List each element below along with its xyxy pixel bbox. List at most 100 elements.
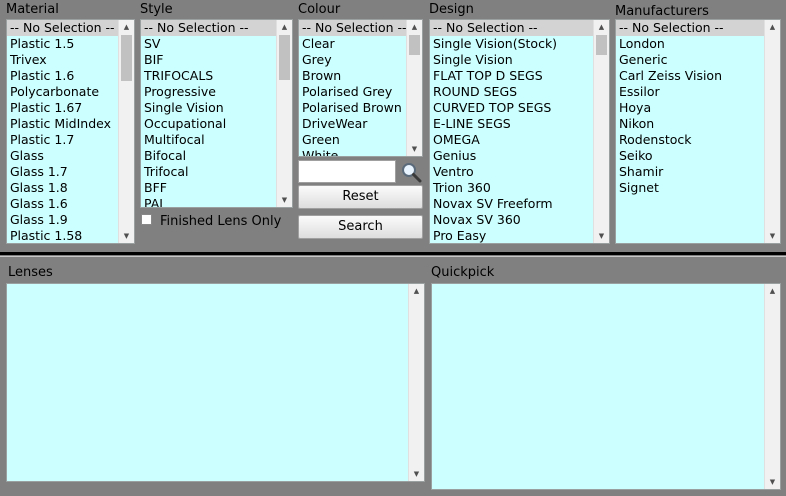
list-option[interactable]: BIF (141, 52, 276, 68)
list-option[interactable]: Grey (299, 52, 406, 68)
manufacturers-scrollbar[interactable]: ▲ ▼ (764, 20, 780, 243)
scroll-down-icon[interactable]: ▼ (277, 193, 292, 207)
scroll-down-icon[interactable]: ▼ (765, 475, 780, 489)
list-option[interactable]: Nikon (616, 116, 764, 132)
style-scrollbar[interactable]: ▲ ▼ (276, 20, 292, 207)
search-button[interactable]: Search (298, 215, 423, 239)
manufacturers-listbox[interactable]: -- No Selection -- London Generic Carl Zeis… (615, 19, 781, 244)
colour-scrollbar[interactable]: ▲ ▼ (406, 20, 422, 156)
list-option[interactable]: Bifocal (141, 148, 276, 164)
list-option[interactable]: Green (299, 132, 406, 148)
list-option[interactable]: Ventro (430, 164, 593, 180)
list-option[interactable]: Trifocal (141, 164, 276, 180)
scroll-down-icon[interactable]: ▼ (119, 229, 134, 243)
scroll-thumb[interactable] (121, 35, 132, 81)
list-option[interactable]: Hoya (616, 100, 764, 116)
list-option[interactable]: Plastic 1.7 (7, 132, 118, 148)
scroll-up-icon[interactable]: ▲ (409, 284, 424, 298)
no-selection-option[interactable]: -- No Selection -- (430, 20, 593, 36)
design-listbox[interactable]: -- No Selection -- Single Vision(Stock) Si… (429, 19, 610, 244)
list-option[interactable]: TRIFOCALS (141, 68, 276, 84)
finished-lens-label: Finished Lens Only (160, 214, 282, 229)
list-option[interactable]: FLAT TOP D SEGS (430, 68, 593, 84)
colour-search-input[interactable] (298, 160, 396, 183)
list-option[interactable]: E-LINE SEGS (430, 116, 593, 132)
list-option[interactable]: Pro Easy (430, 228, 593, 243)
list-option[interactable]: Multifocal (141, 132, 276, 148)
finished-lens-checkbox[interactable] (141, 214, 152, 225)
lenses-scrollbar[interactable]: ▲ ▼ (408, 284, 424, 481)
list-option[interactable]: London (616, 36, 764, 52)
list-option[interactable]: Carl Zeiss Vision (616, 68, 764, 84)
list-option[interactable]: Glass 1.8 (7, 180, 118, 196)
list-option[interactable]: Plastic 1.5 (7, 36, 118, 52)
no-selection-option[interactable]: -- No Selection -- (299, 20, 406, 36)
list-option[interactable]: ROUND SEGS (430, 84, 593, 100)
scroll-down-icon[interactable]: ▼ (765, 229, 780, 243)
list-option[interactable]: Generic (616, 52, 764, 68)
list-option[interactable]: Trion 360 (430, 180, 593, 196)
list-option[interactable]: Plastic 1.67 (7, 100, 118, 116)
list-option[interactable]: BFF (141, 180, 276, 196)
scroll-up-icon[interactable]: ▲ (407, 20, 422, 34)
list-option[interactable]: Glass (7, 148, 118, 164)
style-listbox[interactable]: -- No Selection -- SV BIF TRIFOCALS Progress… (140, 19, 293, 208)
no-selection-option[interactable]: -- No Selection -- (616, 20, 764, 36)
list-option[interactable]: Glass 1.6 (7, 196, 118, 212)
no-selection-option[interactable]: -- No Selection -- (7, 20, 118, 36)
list-option[interactable]: Trivex (7, 52, 118, 68)
list-option[interactable]: Polycarbonate (7, 84, 118, 100)
scroll-thumb[interactable] (596, 35, 607, 55)
list-option[interactable]: Occupational (141, 116, 276, 132)
scroll-down-icon[interactable]: ▼ (407, 142, 422, 156)
list-option[interactable]: Progressive (141, 84, 276, 100)
list-option[interactable]: DriveWear (299, 116, 406, 132)
list-option[interactable]: Signet (616, 180, 764, 196)
scroll-down-icon[interactable]: ▼ (594, 229, 609, 243)
material-listbox[interactable]: -- No Selection -- Plastic 1.5 Trivex Plast… (6, 19, 135, 244)
list-option[interactable]: Polarised Brown (299, 100, 406, 116)
scroll-thumb[interactable] (409, 35, 420, 55)
list-option[interactable]: Plastic 1.6 (7, 68, 118, 84)
list-option[interactable]: Single Vision (430, 52, 593, 68)
scroll-up-icon[interactable]: ▲ (594, 20, 609, 34)
list-option[interactable]: Clear (299, 36, 406, 52)
list-option[interactable]: Novax SV Freeform (430, 196, 593, 212)
list-option[interactable]: Rodenstock (616, 132, 764, 148)
list-option[interactable]: Polarised Grey (299, 84, 406, 100)
list-option[interactable]: OMEGA (430, 132, 593, 148)
list-option[interactable]: Single Vision (141, 100, 276, 116)
list-option[interactable]: Shamir (616, 164, 764, 180)
list-option[interactable]: Essilor (616, 84, 764, 100)
quickpick-listbox[interactable]: ▲ ▼ (431, 283, 781, 490)
design-scrollbar[interactable]: ▲ ▼ (593, 20, 609, 243)
list-option[interactable]: CURVED TOP SEGS (430, 100, 593, 116)
reset-button[interactable]: Reset (298, 185, 423, 209)
list-option[interactable]: Novax SV 360 (430, 212, 593, 228)
list-option[interactable]: Genius (430, 148, 593, 164)
no-selection-option[interactable]: -- No Selection -- (141, 20, 276, 36)
list-option[interactable]: Glass 1.7 (7, 164, 118, 180)
colour-options: -- No Selection -- Clear Grey Brown Polarise… (299, 20, 406, 156)
lenses-listbox[interactable]: ▲ ▼ (6, 283, 425, 482)
scroll-thumb[interactable] (279, 35, 290, 80)
list-option[interactable]: Plastic 1.58 (7, 228, 118, 243)
scroll-up-icon[interactable]: ▲ (765, 284, 780, 298)
list-option[interactable]: Single Vision(Stock) (430, 36, 593, 52)
scroll-down-icon[interactable]: ▼ (409, 467, 424, 481)
scroll-up-icon[interactable]: ▲ (765, 20, 780, 34)
colour-listbox[interactable]: -- No Selection -- Clear Grey Brown Polarise… (298, 19, 423, 157)
scroll-up-icon[interactable]: ▲ (119, 20, 134, 34)
list-option[interactable]: PAI (141, 196, 276, 207)
list-option[interactable]: Glass 1.9 (7, 212, 118, 228)
list-option[interactable]: Plastic MidIndex (7, 116, 118, 132)
scroll-up-icon[interactable]: ▲ (277, 20, 292, 34)
section-divider (0, 252, 786, 255)
quickpick-scrollbar[interactable]: ▲ ▼ (764, 284, 780, 489)
list-option[interactable]: Brown (299, 68, 406, 84)
material-scrollbar[interactable]: ▲ ▼ (118, 20, 134, 243)
list-option[interactable]: SV (141, 36, 276, 52)
list-option[interactable]: Seiko (616, 148, 764, 164)
list-option[interactable]: White (299, 148, 406, 156)
magnifier-icon[interactable] (400, 161, 422, 183)
